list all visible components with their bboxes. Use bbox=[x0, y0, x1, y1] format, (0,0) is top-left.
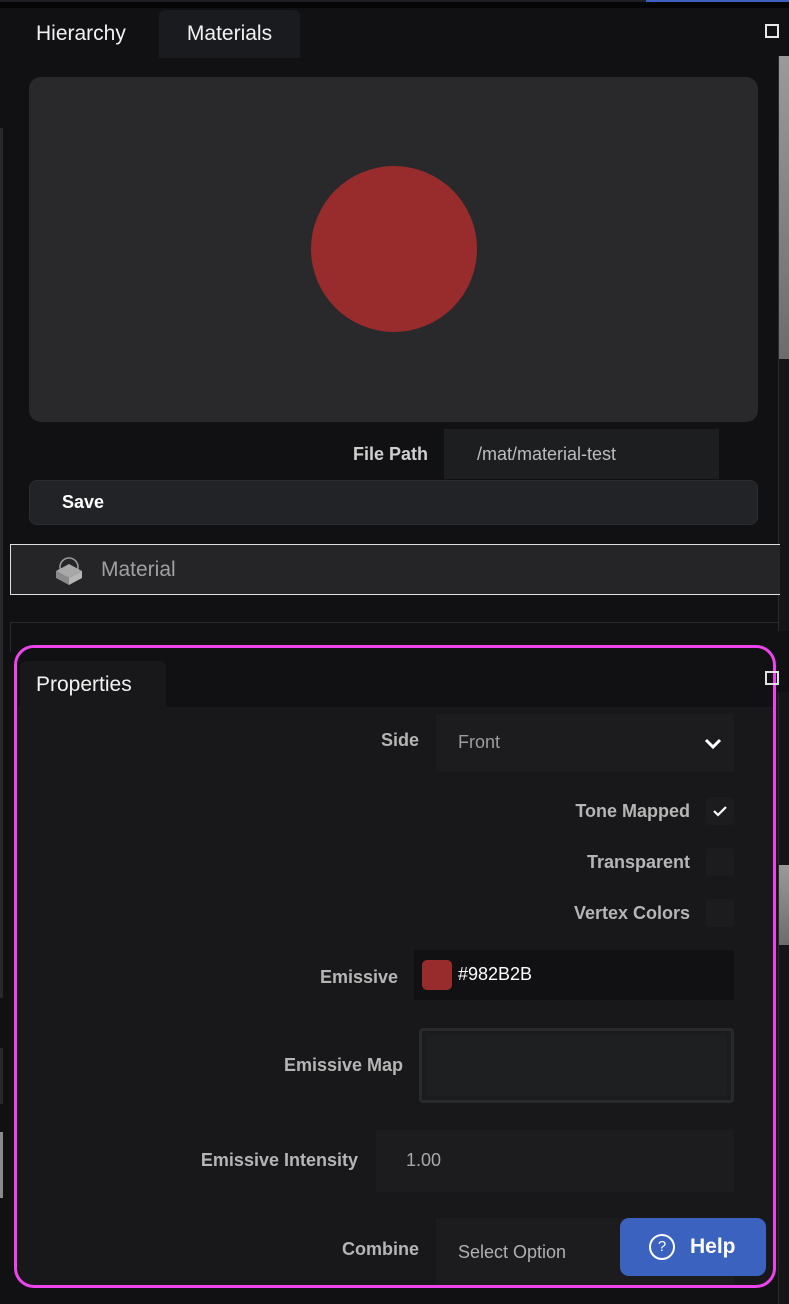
emissive-intensity-input[interactable]: 1.00 bbox=[376, 1130, 734, 1192]
help-icon: ? bbox=[649, 1234, 675, 1260]
file-path-label: File Path bbox=[352, 444, 428, 464]
tone-mapped-label: Tone Mapped bbox=[575, 801, 690, 821]
left-panel-edge bbox=[0, 1048, 3, 1104]
tab-hierarchy[interactable]: Hierarchy bbox=[36, 10, 126, 58]
save-button[interactable]: Save bbox=[29, 480, 758, 525]
maximize-panel-icon[interactable] bbox=[765, 24, 779, 38]
material-icon bbox=[56, 557, 82, 585]
vertex-colors-label: Vertex Colors bbox=[573, 903, 690, 923]
side-value: Front bbox=[458, 732, 501, 752]
help-label: Help bbox=[690, 1235, 736, 1258]
side-label: Side bbox=[380, 730, 419, 750]
scrollbar-thumb[interactable] bbox=[779, 865, 789, 945]
file-path-input[interactable]: /mat/material-test bbox=[444, 429, 719, 479]
emissive-color-field[interactable]: #982B2B bbox=[414, 950, 734, 1000]
left-panel-edge bbox=[0, 128, 3, 998]
emissive-color-swatch[interactable] bbox=[422, 960, 452, 990]
tab-materials[interactable]: Materials bbox=[159, 10, 300, 58]
maximize-properties-icon[interactable] bbox=[765, 671, 779, 685]
checkmark-icon bbox=[713, 806, 727, 817]
preview-sphere bbox=[311, 166, 477, 332]
emissive-intensity-value: 1.00 bbox=[406, 1150, 442, 1170]
material-label: Material bbox=[101, 558, 176, 581]
properties-panel: Properties Side Front Tone Mapped Transp… bbox=[14, 645, 776, 1288]
vertex-colors-checkbox[interactable] bbox=[706, 899, 734, 927]
emissive-intensity-label: Emissive Intensity bbox=[200, 1150, 358, 1170]
help-button[interactable]: ? Help bbox=[620, 1218, 766, 1276]
combine-value: Select Option bbox=[458, 1242, 567, 1262]
tone-mapped-checkbox[interactable] bbox=[706, 797, 734, 825]
properties-scrollbar[interactable] bbox=[778, 692, 789, 1304]
chevron-down-icon bbox=[704, 738, 722, 750]
emissive-map-label: Emissive Map bbox=[283, 1055, 403, 1075]
emissive-label: Emissive bbox=[319, 967, 398, 987]
material-preview[interactable] bbox=[29, 77, 758, 422]
emissive-map-slot[interactable] bbox=[419, 1028, 734, 1103]
side-select[interactable]: Front bbox=[436, 714, 734, 772]
top-separator bbox=[0, 2, 789, 8]
properties-header: Properties bbox=[17, 648, 773, 708]
left-scrollbar-thumb[interactable] bbox=[0, 1132, 3, 1198]
transparent-checkbox[interactable] bbox=[706, 848, 734, 876]
panel-tabs: Hierarchy Materials bbox=[0, 10, 740, 58]
tab-properties[interactable]: Properties bbox=[20, 661, 166, 708]
emissive-map-drop-area[interactable] bbox=[426, 1035, 727, 1096]
material-row[interactable]: Material bbox=[10, 544, 780, 595]
combine-label: Combine bbox=[341, 1239, 419, 1259]
emissive-hex-value[interactable]: #982B2B bbox=[458, 964, 532, 985]
scrollbar-thumb[interactable] bbox=[779, 56, 789, 359]
transparent-label: Transparent bbox=[586, 852, 690, 872]
